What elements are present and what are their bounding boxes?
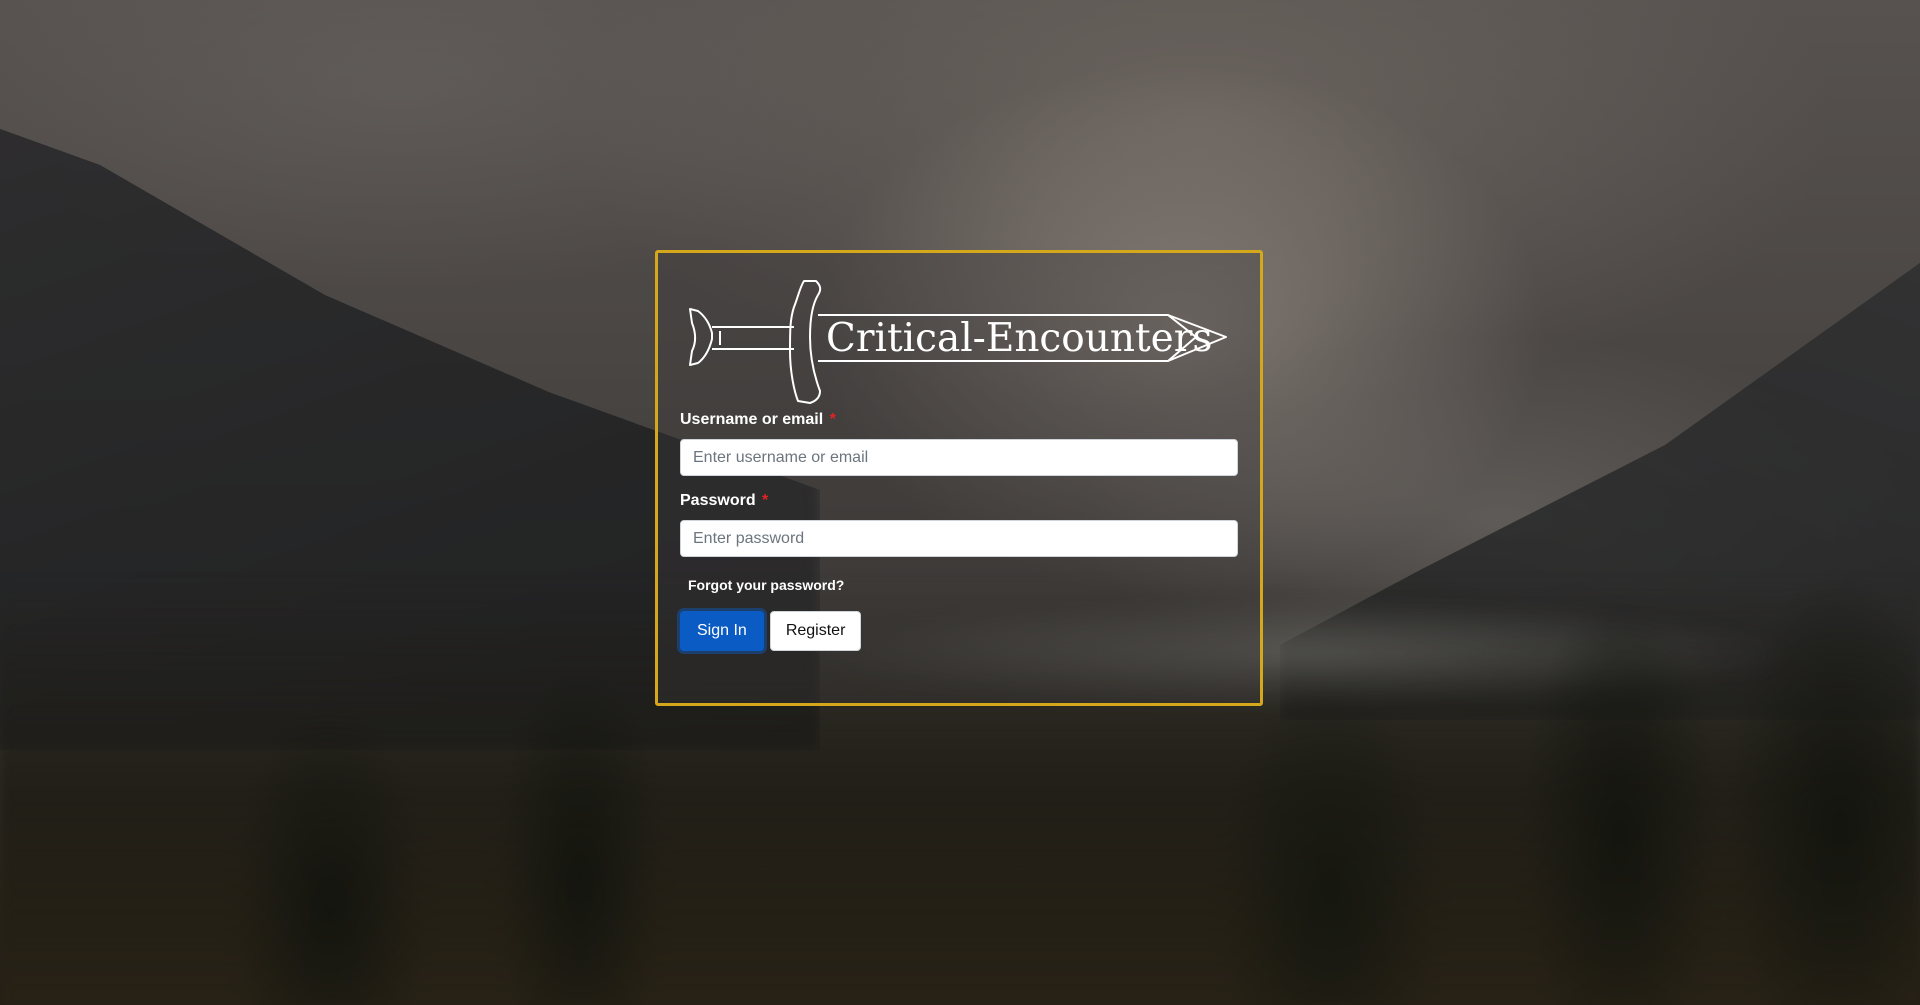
username-label: Username or email * xyxy=(680,411,1238,429)
password-label-text: Password xyxy=(680,492,756,509)
forgot-password-link[interactable]: Forgot your password? xyxy=(688,577,844,593)
sign-in-button[interactable]: Sign In xyxy=(680,611,764,651)
logo-text: Critical-Encounters xyxy=(826,316,1212,361)
username-required-marker: * xyxy=(829,411,836,428)
username-label-text: Username or email xyxy=(680,411,824,428)
password-required-marker: * xyxy=(762,492,769,509)
login-card: Critical-Encounters Username or email * … xyxy=(655,250,1263,706)
brand-logo: Critical-Encounters xyxy=(689,280,1227,404)
password-label: Password * xyxy=(680,492,1238,510)
password-group: Password * xyxy=(680,492,1238,573)
username-input[interactable] xyxy=(680,439,1238,476)
register-button[interactable]: Register xyxy=(769,611,862,651)
form-actions: Sign In Register xyxy=(680,611,1238,651)
username-group: Username or email * xyxy=(680,411,1238,492)
password-input[interactable] xyxy=(680,520,1238,557)
